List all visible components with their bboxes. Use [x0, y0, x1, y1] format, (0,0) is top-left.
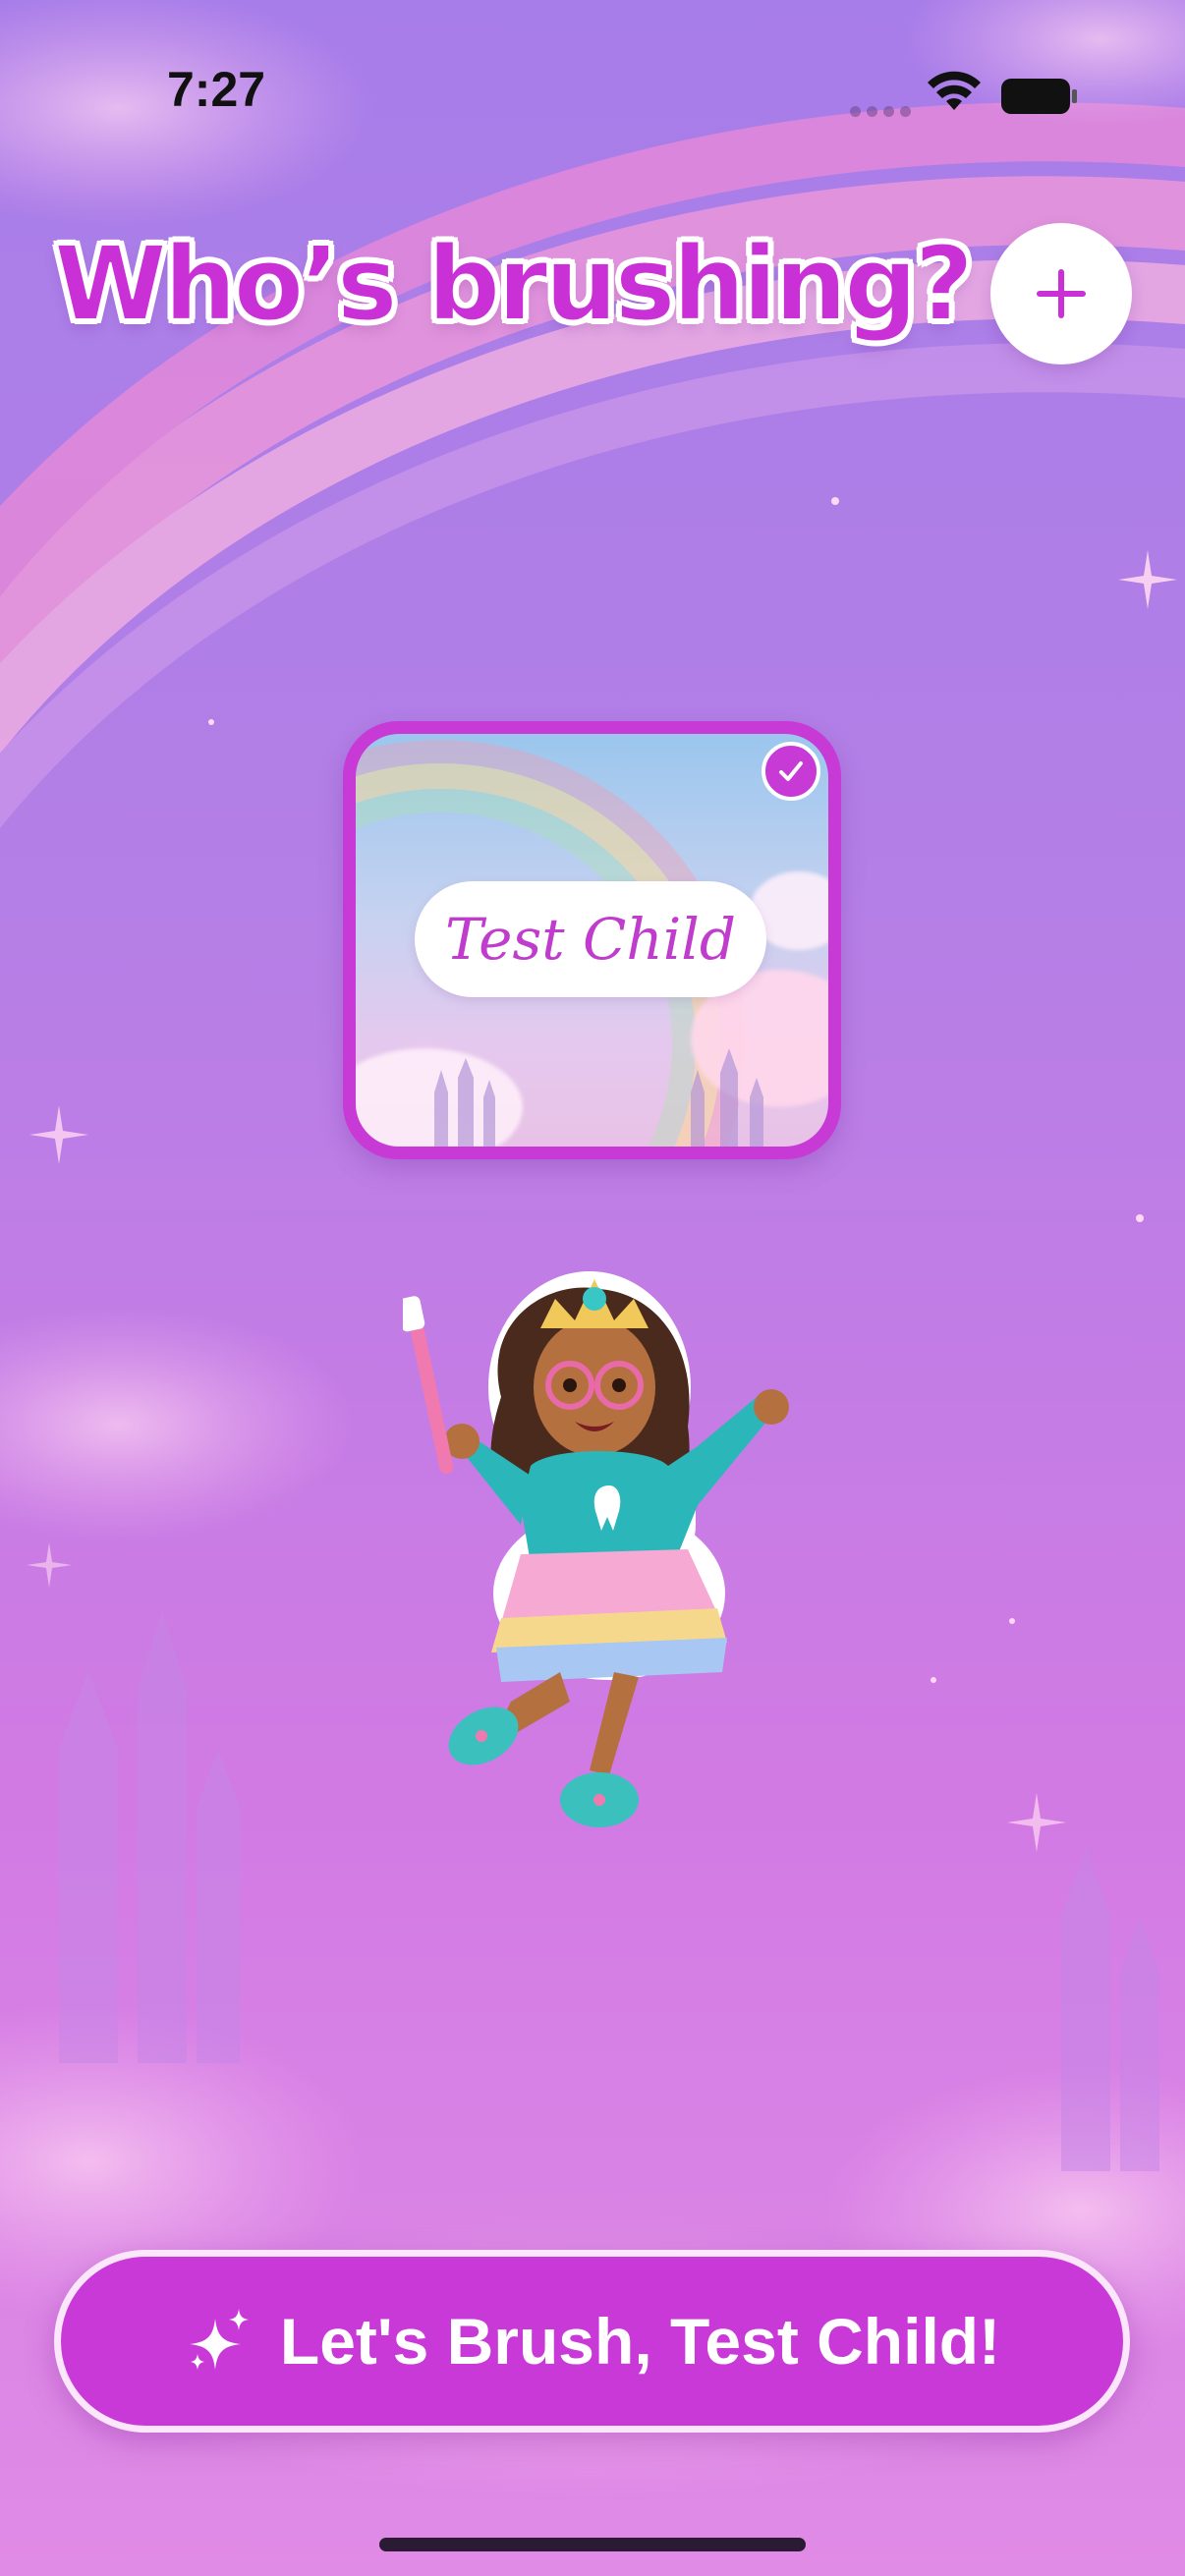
- add-profile-button[interactable]: [990, 223, 1132, 364]
- plus-icon: [1037, 269, 1086, 318]
- status-bar: 7:27: [0, 0, 1185, 187]
- start-brushing-label: Let's Brush, Test Child!: [279, 2305, 1001, 2378]
- battery-icon: [1001, 79, 1077, 114]
- home-indicator[interactable]: [379, 2538, 806, 2551]
- page-title: Who’s brushing?: [53, 223, 975, 345]
- wifi-icon: [928, 71, 981, 110]
- sparkles-icon: [189, 2309, 249, 2370]
- castle-icon: [691, 1048, 763, 1147]
- checkmark-icon: [779, 761, 803, 781]
- selected-badge: [762, 742, 820, 801]
- cellular-signal-icon: [850, 102, 917, 121]
- mascot-illustration: [403, 1271, 789, 1827]
- profile-card[interactable]: Test Child: [343, 721, 841, 1159]
- start-brushing-button[interactable]: Let's Brush, Test Child!: [54, 2250, 1130, 2433]
- castle-icon: [434, 1058, 495, 1147]
- profile-name-label: Test Child: [415, 881, 766, 997]
- profile-card-background: Test Child: [356, 734, 828, 1147]
- status-time: 7:27: [167, 62, 266, 117]
